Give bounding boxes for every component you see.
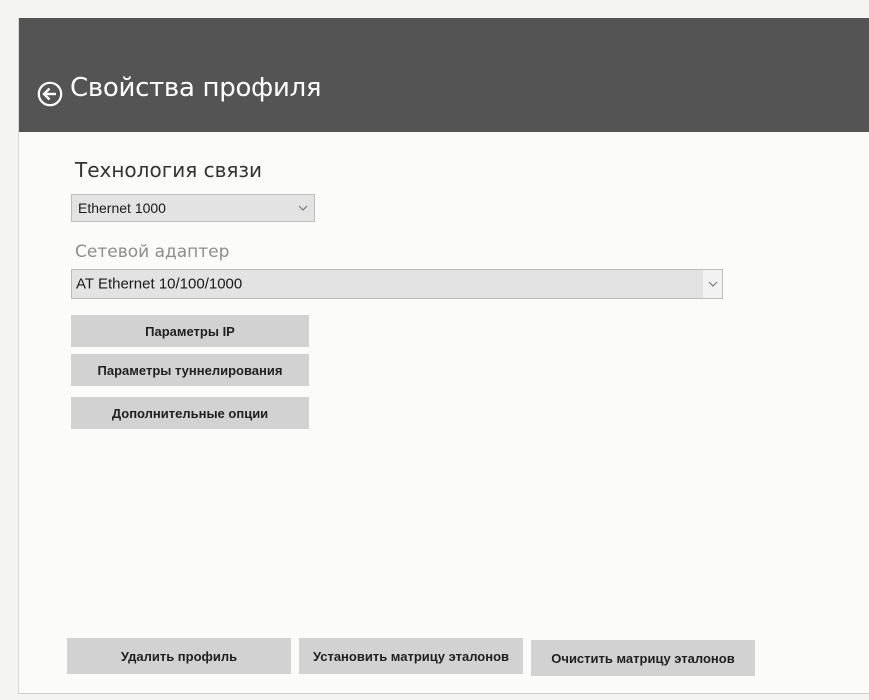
tunnel-params-button[interactable]: Параметры туннелирования [71,354,309,386]
chevron-down-icon [292,195,314,221]
technology-select-value: Ethernet 1000 [78,200,166,216]
adapter-label: Сетевой адаптер [75,242,230,262]
header-bar: Свойства профиля [19,18,869,132]
extra-options-button[interactable]: Дополнительные опции [71,397,309,429]
back-arrow-circle-icon [37,81,63,107]
ip-params-button[interactable]: Параметры IP [71,315,309,347]
adapter-select-value: AT Ethernet 10/100/1000 [76,275,243,293]
page-title: Свойства профиля [70,73,322,103]
clear-matrix-button[interactable]: Очистить матрицу эталонов [531,640,755,676]
back-button[interactable] [37,81,63,107]
technology-select[interactable]: Ethernet 1000 [71,194,315,222]
adapter-select[interactable]: AT Ethernet 10/100/1000 [71,269,723,299]
set-matrix-button[interactable]: Установить матрицу эталонов [299,638,523,674]
chevron-down-icon [703,269,723,299]
profile-properties-window: Свойства профиля Технология связи Ethern… [18,18,869,694]
delete-profile-button[interactable]: Удалить профиль [67,638,291,674]
technology-label: Технология связи [75,158,263,182]
